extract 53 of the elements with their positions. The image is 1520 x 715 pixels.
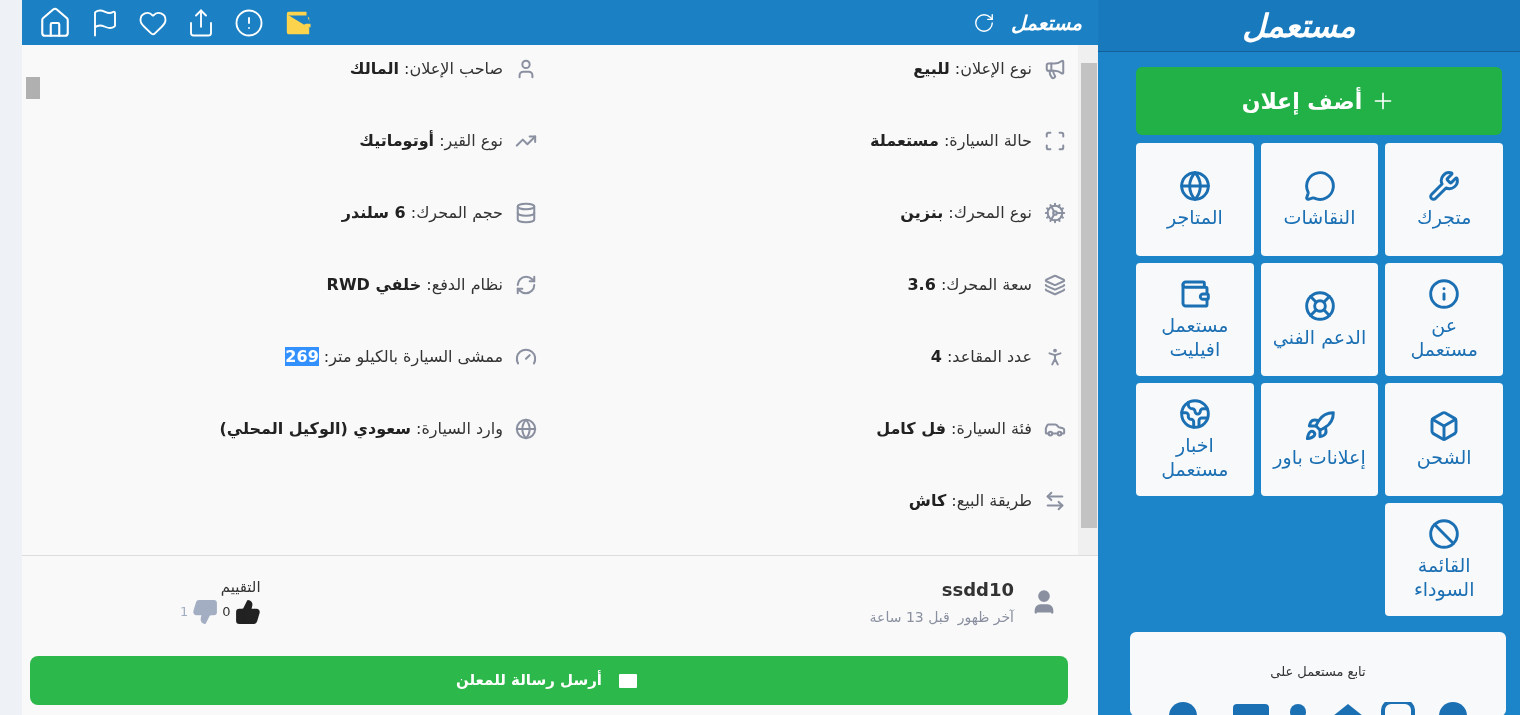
- seller-name: ssdd10: [940, 578, 1014, 602]
- spec-text: صاحب الإعلان: المالك: [349, 58, 503, 80]
- lifebuoy-icon: [1303, 289, 1336, 322]
- scrollbar-thumb[interactable]: [26, 77, 40, 99]
- spec-text: حجم المحرك: 6 سلندر: [341, 202, 503, 225]
- last-seen-label: آخر ظهور: [957, 608, 1014, 628]
- rating-label: التقييم: [220, 577, 261, 598]
- menu-tile[interactable]: اخبار مستعمل: [1136, 383, 1254, 496]
- rocket-icon: [1303, 409, 1336, 442]
- spec-text: نوع المحرك: بنزين: [900, 202, 1032, 225]
- add-ad-button[interactable]: أضف إعلان: [1136, 67, 1502, 135]
- spec-text: وارد السيارة: سعودي (الوكيل المحلي): [219, 418, 503, 441]
- menu-tile[interactable]: المتاجر: [1136, 143, 1254, 256]
- spec-text: حالة السيارة: مستعملة: [870, 130, 1032, 153]
- menu-tile[interactable]: النقاشات: [1260, 143, 1379, 256]
- menu-tile[interactable]: عن مستعمل: [1385, 263, 1503, 376]
- menu-tile[interactable]: إعلانات باور: [1260, 383, 1379, 496]
- logo: مستعمل: [1242, 5, 1356, 47]
- gear-icon: [1044, 202, 1066, 224]
- earth-icon: [1178, 397, 1211, 430]
- database-icon: [515, 202, 537, 224]
- thumbs-up-icon[interactable]: [234, 598, 261, 625]
- likes-count: 0: [222, 602, 231, 621]
- spec-text: نوع القير: أوتوماتيك: [359, 129, 503, 153]
- globe-icon: [515, 418, 537, 440]
- spec-text: طريقة البيع: كاش: [908, 490, 1032, 513]
- menu-tile[interactable]: متجرك: [1385, 143, 1503, 256]
- info-icon: [1428, 277, 1461, 310]
- home-icon[interactable]: [38, 5, 72, 40]
- corners-icon: [1044, 130, 1066, 152]
- refresh-icon[interactable]: [973, 11, 996, 34]
- megaphone-icon: [1044, 58, 1066, 80]
- last-seen-time: قبل 13 ساعة: [869, 608, 950, 627]
- spec-text: نوع الإعلان: للبيع: [913, 58, 1032, 81]
- logo: مستعمل: [1011, 9, 1082, 37]
- alert-icon[interactable]: [234, 7, 264, 38]
- dislikes-count: 1: [180, 602, 189, 621]
- globe-icon: [1178, 169, 1211, 202]
- spec-text: فئة السيارة: فل كامل: [876, 418, 1032, 441]
- send-message-button[interactable]: أرسل رسالة للمعلن: [30, 656, 1068, 705]
- menu-tile[interactable]: الشحن: [1385, 383, 1503, 496]
- chat-bubble-icon: [1303, 169, 1336, 202]
- menu-tile[interactable]: الدعم الفني: [1260, 263, 1379, 376]
- wrench-icon: [1428, 169, 1461, 202]
- refresh-icon: [515, 274, 537, 296]
- follow-title: تابع مستعمل على: [1270, 663, 1366, 681]
- ban-icon: [1428, 517, 1461, 550]
- thumbs-down-icon[interactable]: [192, 598, 219, 625]
- menu-tile[interactable]: القائمة السوداء: [1385, 503, 1503, 616]
- spec-text: نظام الدفع: خلفي RWD: [326, 274, 503, 297]
- layers-icon: [1044, 274, 1066, 296]
- menu-tile[interactable]: مستعمل افيليت: [1136, 263, 1254, 376]
- swap-arrows-icon: [1044, 490, 1066, 512]
